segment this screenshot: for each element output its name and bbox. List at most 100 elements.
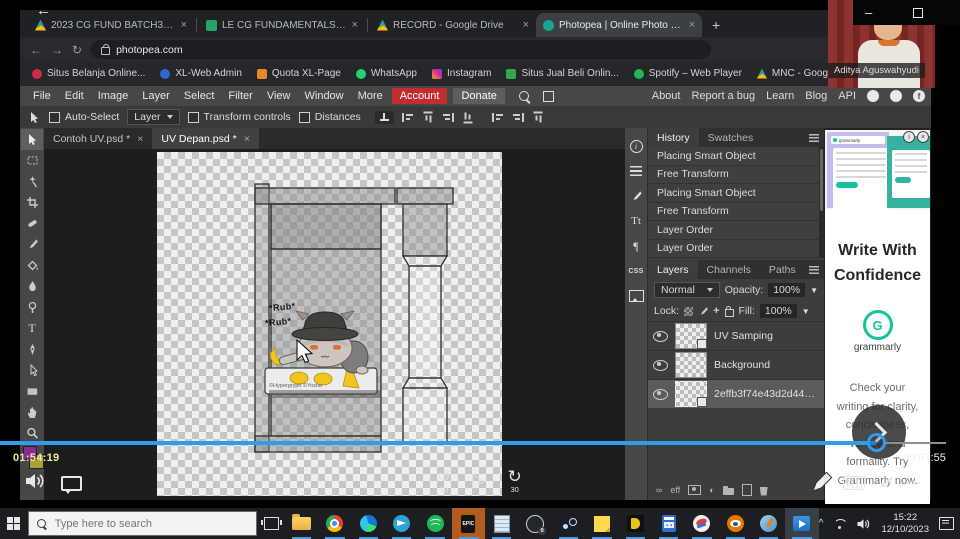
reload-icon[interactable]: ↻ — [72, 43, 82, 57]
taskbar-sticky-notes[interactable] — [585, 508, 618, 539]
auto-select-checkbox[interactable]: Auto-Select — [49, 111, 119, 123]
taskbar-chrome[interactable] — [318, 508, 351, 539]
comment-button[interactable] — [61, 476, 82, 494]
canvas-viewport[interactable]: *Rub* *Rub* ©Hypergryph ©Yostar — [44, 149, 625, 500]
doc-close-icon[interactable]: × — [244, 133, 250, 145]
tray-expand-icon[interactable]: ^ — [819, 518, 824, 529]
doc-tab-contoh-uv[interactable]: Contoh UV.psd * × — [44, 128, 152, 149]
panel-menu-icon[interactable] — [809, 133, 819, 142]
lock-move-icon[interactable]: + — [713, 305, 719, 317]
play-button[interactable]: ▷ — [472, 470, 487, 492]
taskbar-steam[interactable] — [552, 508, 585, 539]
tool-marquee[interactable] — [21, 150, 43, 171]
distribute-center-icon[interactable] — [533, 111, 543, 123]
menu-more[interactable]: More — [351, 90, 390, 102]
visibility-eye-icon[interactable] — [653, 359, 668, 371]
search-input[interactable] — [52, 516, 227, 531]
video-scrubber-handle[interactable] — [867, 433, 886, 452]
visibility-eye-icon[interactable] — [653, 388, 668, 400]
adjust-panel-button[interactable] — [627, 163, 645, 179]
link-report-a-bug[interactable]: Report a bug — [691, 90, 755, 102]
bookmark-spotify[interactable]: Spotify – Web Player — [633, 68, 742, 79]
tab-close-icon[interactable]: × — [523, 19, 529, 31]
paragraph-panel-button[interactable]: ¶ — [627, 238, 645, 254]
taskbar-blender[interactable] — [719, 508, 752, 539]
bookmark-instagram[interactable]: Instagram — [431, 68, 491, 79]
tool-paint-bucket[interactable] — [21, 255, 43, 276]
player-back-button[interactable]: ← — [36, 2, 51, 19]
facebook-icon[interactable]: f — [913, 90, 925, 102]
account-button[interactable]: Account — [391, 88, 448, 104]
rewind-10-button[interactable]: ↺ 10 — [432, 468, 456, 494]
ad-close-icon[interactable]: × — [917, 131, 929, 143]
tool-move[interactable] — [21, 129, 43, 150]
new-tab-button[interactable]: + — [712, 17, 720, 33]
align-right-icon[interactable] — [441, 112, 454, 122]
bookmark-situs-jual-beli[interactable]: Situs Jual Beli Onlin... — [506, 68, 619, 79]
tab-close-icon[interactable]: × — [181, 19, 187, 31]
forward-30-button[interactable]: ↻ 30 — [503, 468, 527, 494]
bookmark-quota-xl[interactable]: Quota XL-Page — [256, 68, 341, 79]
image-panel-button[interactable] — [627, 288, 645, 304]
brush-panel-button[interactable] — [627, 188, 645, 204]
opacity-caret-icon[interactable]: ▼ — [810, 286, 818, 295]
distances-checkbox[interactable]: Distances — [298, 111, 361, 123]
link-about[interactable]: About — [652, 90, 681, 102]
history-item[interactable]: Placing Smart Object — [648, 147, 824, 166]
opacity-value[interactable]: 100% — [768, 283, 806, 297]
menu-window[interactable]: Window — [298, 90, 351, 102]
subtitles-button[interactable] — [843, 476, 865, 490]
layer-row-uv-samping[interactable]: UV Samping — [648, 321, 824, 350]
layer-effects-icon[interactable]: eff — [670, 485, 680, 495]
tab-layers[interactable]: Layers — [648, 260, 698, 279]
align-left-icon[interactable] — [401, 112, 414, 122]
tool-shape[interactable] — [21, 381, 43, 402]
fullscreen-button[interactable] — [876, 474, 896, 492]
info-panel-button[interactable]: i — [627, 138, 645, 154]
taskbar-clock-app[interactable]: 0 — [518, 508, 551, 539]
browser-tab-active-photopea[interactable]: Photopea | Online Photo Editor × — [536, 13, 702, 37]
tray-clock[interactable]: 15:22 12/10/2023 — [881, 512, 929, 535]
layer-mask-icon[interactable] — [688, 485, 702, 495]
history-item[interactable]: Free Transform — [648, 202, 824, 221]
menu-view[interactable]: View — [260, 90, 298, 102]
history-item[interactable]: Layer Order — [648, 221, 824, 240]
browser-tab-3[interactable]: RECORD - Google Drive × — [370, 13, 536, 37]
bookmark-whatsapp[interactable]: WhatsApp — [355, 68, 417, 79]
taskbar-paint3d[interactable] — [752, 508, 785, 539]
taskbar-file-explorer[interactable] — [285, 508, 318, 539]
layer-row-selected[interactable]: 2effb3f74e43d2d445357 — [648, 379, 824, 408]
layer-thumbnail[interactable] — [675, 323, 707, 349]
transform-controls-checkbox[interactable]: Transform controls — [187, 111, 291, 123]
back-icon[interactable]: ← — [30, 43, 42, 57]
download-option-button[interactable] — [374, 110, 394, 124]
tool-hand[interactable] — [21, 402, 43, 423]
blend-mode-select[interactable]: Normal — [654, 282, 720, 298]
taskbar-edge[interactable] — [352, 508, 385, 539]
bookmark-xl-web-admin[interactable]: XL-Web Admin — [160, 68, 242, 79]
panel-menu-icon[interactable] — [809, 265, 819, 274]
tool-magic-wand[interactable] — [21, 171, 43, 192]
wifi-icon[interactable] — [833, 519, 846, 529]
tool-path-select[interactable] — [21, 360, 43, 381]
lock-all-icon[interactable] — [724, 305, 734, 317]
taskbar-search[interactable] — [27, 511, 258, 536]
delete-layer-icon[interactable] — [759, 486, 768, 496]
annotate-pencil-button[interactable] — [810, 470, 834, 499]
taskbar-d-app[interactable] — [619, 508, 652, 539]
start-button[interactable] — [0, 508, 28, 539]
lock-paint-icon[interactable] — [698, 306, 708, 316]
menu-select[interactable]: Select — [177, 90, 222, 102]
address-bar[interactable]: photopea.com — [91, 40, 712, 59]
volume-button[interactable] — [24, 472, 46, 495]
tab-channels[interactable]: Channels — [698, 260, 760, 279]
align-top-icon[interactable] — [423, 111, 433, 123]
doc-close-icon[interactable]: × — [137, 133, 143, 145]
link-api[interactable]: API — [838, 90, 856, 102]
group-folder-icon[interactable] — [722, 485, 734, 495]
tool-type[interactable]: T — [21, 318, 43, 339]
taskbar-capture-app[interactable] — [685, 508, 718, 539]
tool-pen[interactable] — [21, 339, 43, 360]
taskbar-calculator[interactable] — [652, 508, 685, 539]
tab-close-icon[interactable]: × — [689, 19, 695, 31]
